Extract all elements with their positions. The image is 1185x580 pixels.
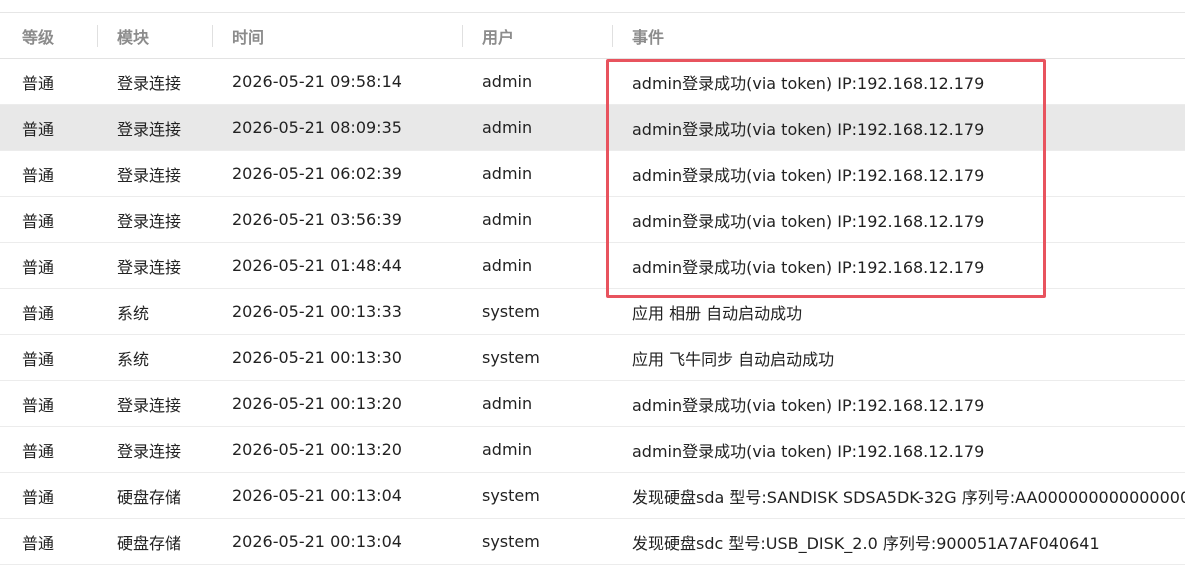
cell-user: admin [482,210,533,229]
cell-time: 2026-05-21 03:56:39 [232,210,402,229]
cell-event: admin登录成功(via token) IP:192.168.12.179 [632,211,985,231]
header-module[interactable]: 模块 [117,13,149,58]
cell-module: 登录连接 [117,165,182,185]
table-row[interactable]: 普通 登录连接 2026-05-21 03:56:39 admin admin登… [0,197,1185,243]
column-separator[interactable] [612,25,613,47]
cell-time: 2026-05-21 00:13:04 [232,532,402,551]
cell-user: admin [482,394,533,413]
cell-user: system [482,348,540,367]
cell-event: admin登录成功(via token) IP:192.168.12.179 [632,395,985,415]
cell-user: admin [482,72,533,91]
cell-user: system [482,302,540,321]
cell-level: 普通 [22,211,55,231]
cell-event: admin登录成功(via token) IP:192.168.12.179 [632,73,985,93]
cell-level: 普通 [22,165,55,185]
table-row[interactable]: 普通 系统 2026-05-21 00:13:33 system 应用 相册 自… [0,289,1185,335]
cell-event: 发现硬盘sdc 型号:USB_DISK_2.0 序列号:900051A7AF04… [632,533,1100,553]
cell-module: 系统 [117,349,150,369]
cell-user: system [482,486,540,505]
cell-user: admin [482,164,533,183]
cell-event: admin登录成功(via token) IP:192.168.12.179 [632,257,985,277]
table-row[interactable]: 普通 系统 2026-05-21 00:13:30 system 应用 飞牛同步… [0,335,1185,381]
header-user[interactable]: 用户 [482,13,514,58]
cell-level: 普通 [22,441,55,461]
cell-event: admin登录成功(via token) IP:192.168.12.179 [632,119,985,139]
cell-time: 2026-05-21 00:13:20 [232,394,402,413]
cell-event: admin登录成功(via token) IP:192.168.12.179 [632,165,985,185]
cell-event: admin登录成功(via token) IP:192.168.12.179 [632,441,985,461]
table-row[interactable]: 普通 登录连接 2026-05-21 01:48:44 admin admin登… [0,243,1185,289]
table-row[interactable]: 普通 登录连接 2026-05-21 09:58:14 admin admin登… [0,59,1185,105]
column-separator[interactable] [462,25,463,47]
table-row[interactable]: 普通 硬盘存储 2026-05-21 00:13:04 system 发现硬盘s… [0,519,1185,565]
cell-user: admin [482,256,533,275]
cell-time: 2026-05-21 06:02:39 [232,164,402,183]
cell-module: 登录连接 [117,395,182,415]
cell-level: 普通 [22,395,55,415]
cell-user: system [482,532,540,551]
cell-time: 2026-05-21 00:13:04 [232,486,402,505]
cell-level: 普通 [22,533,55,553]
cell-event: 发现硬盘sda 型号:SANDISK SDSA5DK-32G 序列号:AA000… [632,487,1185,507]
cell-level: 普通 [22,73,55,93]
cell-time: 2026-05-21 00:13:20 [232,440,402,459]
table-row[interactable]: 普通 登录连接 2026-05-21 06:02:39 admin admin登… [0,151,1185,197]
cell-event: 应用 飞牛同步 自动启动成功 [632,349,835,369]
cell-module: 硬盘存储 [117,533,182,553]
cell-user: admin [482,440,533,459]
cell-time: 2026-05-21 01:48:44 [232,256,402,275]
header-time[interactable]: 时间 [232,13,264,58]
table-row[interactable]: 普通 硬盘存储 2026-05-21 00:13:04 system 发现硬盘s… [0,473,1185,519]
column-separator[interactable] [212,25,213,47]
cell-level: 普通 [22,487,55,507]
cell-module: 登录连接 [117,119,182,139]
cell-level: 普通 [22,257,55,277]
cell-level: 普通 [22,349,55,369]
cell-time: 2026-05-21 08:09:35 [232,118,402,137]
cell-module: 登录连接 [117,211,182,231]
table-row[interactable]: 普通 登录连接 2026-05-21 00:13:20 admin admin登… [0,427,1185,473]
table-header-row: 等级 模块 时间 用户 事件 [0,13,1185,59]
cell-time: 2026-05-21 00:13:33 [232,302,402,321]
table-row[interactable]: 普通 登录连接 2026-05-21 00:13:20 admin admin登… [0,381,1185,427]
cell-module: 系统 [117,303,150,323]
cell-event: 应用 相册 自动启动成功 [632,303,803,323]
cell-time: 2026-05-21 00:13:30 [232,348,402,367]
header-event[interactable]: 事件 [632,13,664,58]
cell-user: admin [482,118,533,137]
cell-module: 硬盘存储 [117,487,182,507]
cell-module: 登录连接 [117,441,182,461]
column-separator[interactable] [97,25,98,47]
table-row-hovered[interactable]: 普通 登录连接 2026-05-21 08:09:35 admin admin登… [0,105,1185,151]
event-log-table: 等级 模块 时间 用户 事件 普通 登录连接 2026-05-21 09:58:… [0,0,1185,580]
cell-level: 普通 [22,119,55,139]
header-level[interactable]: 等级 [22,13,54,58]
cell-module: 登录连接 [117,257,182,277]
cell-level: 普通 [22,303,55,323]
cell-module: 登录连接 [117,73,182,93]
cell-time: 2026-05-21 09:58:14 [232,72,402,91]
